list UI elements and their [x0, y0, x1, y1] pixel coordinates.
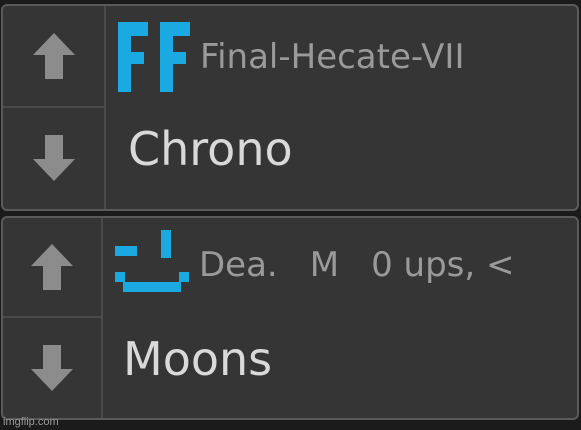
smiley-face-icon[interactable] — [113, 228, 191, 302]
upvote-button[interactable] — [3, 6, 104, 108]
ff-logo-icon[interactable] — [116, 20, 192, 94]
downvote-button[interactable] — [3, 108, 104, 210]
post-meta: Dea. M 0 ups, < — [113, 228, 577, 302]
author-name[interactable]: Dea. — [199, 245, 278, 285]
post-content: Final-Hecate-VII Chrono — [106, 6, 577, 209]
post-content: Dea. M 0 ups, < Moons — [103, 218, 577, 418]
arrow-up-icon — [31, 244, 73, 290]
watermark: imgflip.com — [3, 416, 59, 428]
post-meta: Final-Hecate-VII — [116, 20, 577, 94]
post-title[interactable]: Chrono — [128, 122, 293, 176]
post-stats: 0 ups, < — [371, 245, 515, 285]
arrow-up-icon — [32, 32, 75, 79]
user-flair: M — [309, 245, 340, 285]
vote-column — [3, 6, 106, 209]
post-title[interactable]: Moons — [123, 332, 272, 386]
upvote-button[interactable] — [3, 218, 101, 318]
post-card: Dea. M 0 ups, < Moons — [1, 216, 579, 420]
vote-column — [3, 218, 103, 418]
downvote-button[interactable] — [3, 318, 101, 418]
post-card: Final-Hecate-VII Chrono — [1, 4, 579, 211]
author-name[interactable]: Final-Hecate-VII — [200, 37, 464, 77]
arrow-down-icon — [31, 345, 73, 391]
arrow-down-icon — [32, 135, 75, 182]
